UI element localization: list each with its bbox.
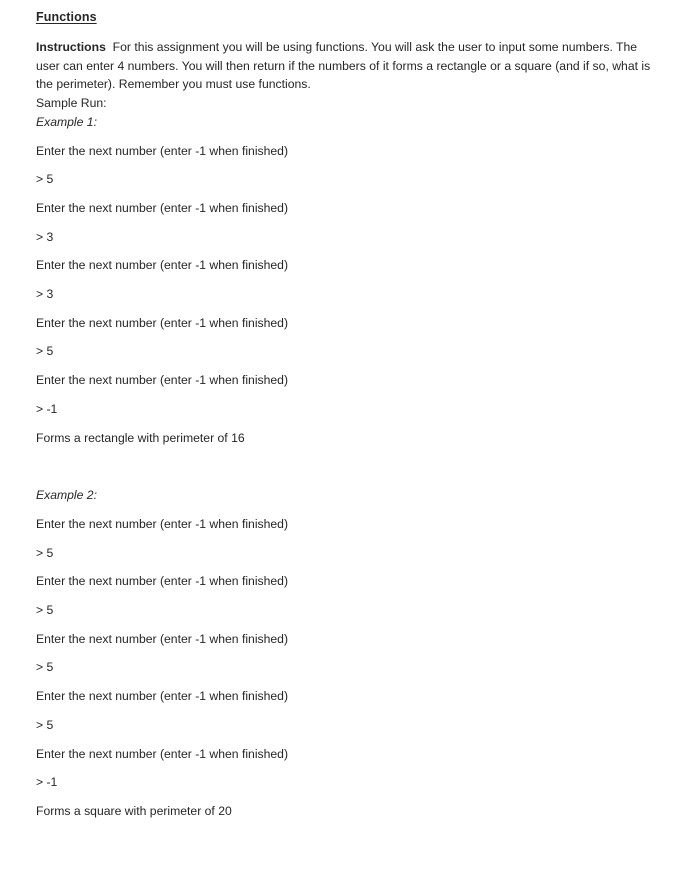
transcript-line: Enter the next number (enter -1 when fin… bbox=[36, 373, 289, 388]
transcript-line: Enter the next number (enter -1 when fin… bbox=[36, 143, 289, 158]
transcript-line: > -1 bbox=[36, 775, 58, 790]
transcript-line: > 3 bbox=[36, 229, 54, 244]
example-2: Example 2: Enter the next number (enter … bbox=[36, 486, 655, 820]
transcript-line: Enter the next number (enter -1 when fin… bbox=[36, 631, 289, 646]
example-1-result: Forms a rectangle with perimeter of 16 bbox=[36, 430, 245, 445]
example-1-transcript: Enter the next number (enter -1 when fin… bbox=[36, 142, 655, 448]
page-title: Functions bbox=[36, 10, 97, 24]
example-2-transcript: Enter the next number (enter -1 when fin… bbox=[36, 515, 655, 821]
transcript-line: > 5 bbox=[36, 603, 54, 618]
example-2-heading: Example 2: bbox=[36, 488, 97, 503]
transcript-line: Enter the next number (enter -1 when fin… bbox=[36, 516, 289, 531]
transcript-line: > 5 bbox=[36, 545, 54, 560]
document-page: Functions Instructions For this assignmen… bbox=[0, 0, 685, 869]
example-1-heading: Example 1: bbox=[36, 114, 97, 129]
transcript-line: > 5 bbox=[36, 660, 54, 675]
transcript-line: > 5 bbox=[36, 344, 54, 359]
transcript-line: Enter the next number (enter -1 when fin… bbox=[36, 258, 289, 273]
transcript-line: Enter the next number (enter -1 when fin… bbox=[36, 689, 289, 704]
transcript-line: > 3 bbox=[36, 287, 54, 302]
transcript-line: Enter the next number (enter -1 when fin… bbox=[36, 315, 289, 330]
instructions-paragraph: Instructions For this assignment you will… bbox=[36, 38, 655, 94]
transcript-line: > 5 bbox=[36, 172, 54, 187]
sample-run-label: Sample Run: bbox=[36, 96, 107, 111]
transcript-line: Enter the next number (enter -1 when fin… bbox=[36, 574, 289, 589]
instructions-label: Instructions bbox=[36, 40, 106, 54]
transcript-line: Enter the next number (enter -1 when fin… bbox=[36, 746, 289, 761]
transcript-line: > 5 bbox=[36, 717, 54, 732]
example-1: Example 1: Enter the next number (enter … bbox=[36, 113, 655, 447]
transcript-line: Enter the next number (enter -1 when fin… bbox=[36, 200, 289, 215]
example-separator bbox=[36, 447, 655, 486]
example-2-result: Forms a square with perimeter of 20 bbox=[36, 803, 232, 818]
transcript-line: > -1 bbox=[36, 401, 58, 416]
instructions-body: For this assignment you will be using fu… bbox=[36, 40, 651, 92]
